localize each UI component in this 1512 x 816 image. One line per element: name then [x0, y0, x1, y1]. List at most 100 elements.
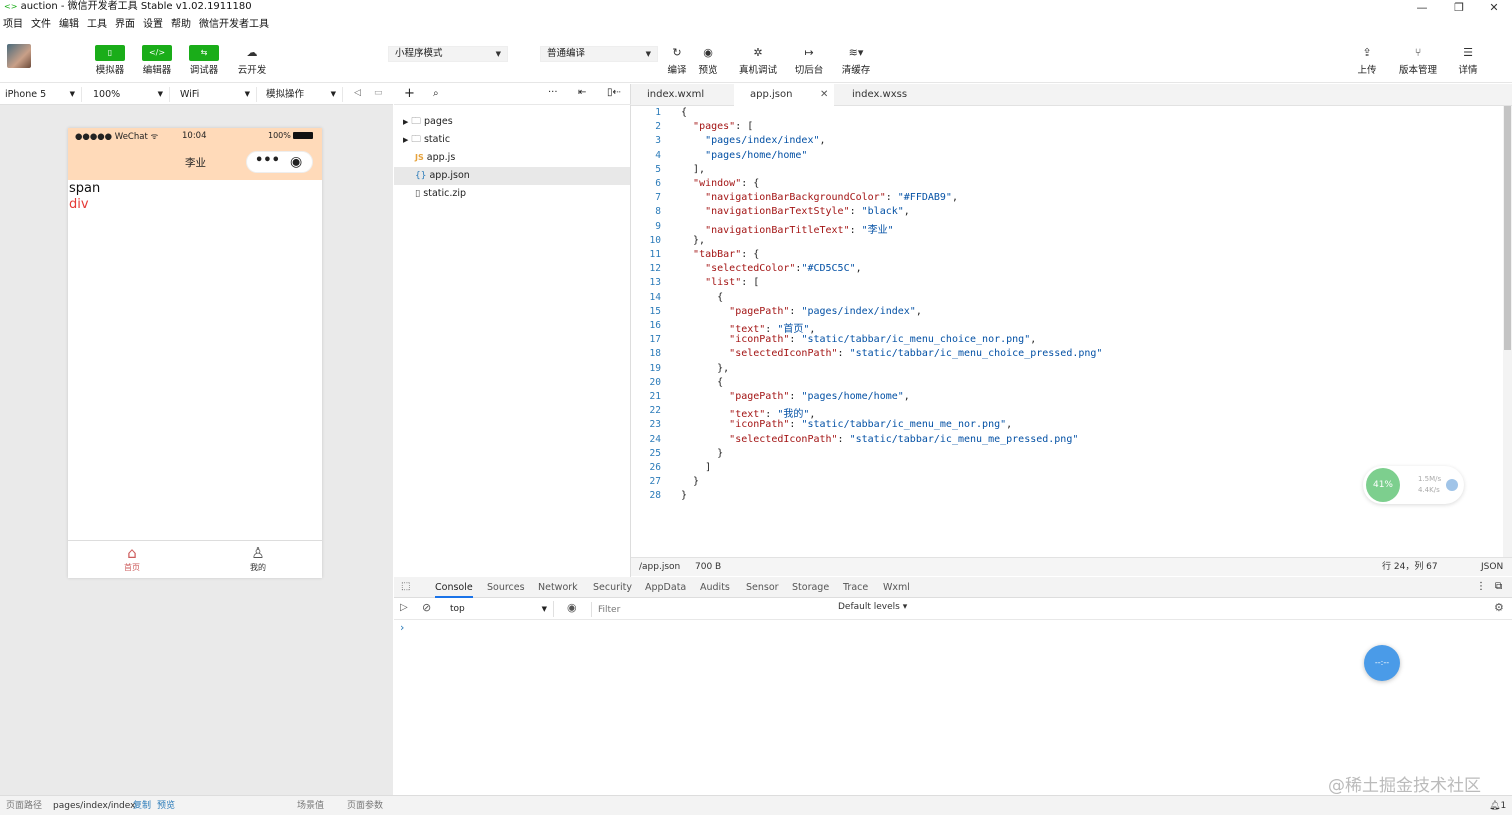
gear-icon[interactable]: ⚙ — [1494, 601, 1504, 614]
cloud-button[interactable]: ☁ 云开发 — [230, 45, 274, 78]
dock-icon[interactable]: ⧉ — [1495, 581, 1502, 592]
file-item-static-zip[interactable]: ▯ static.zip — [394, 185, 630, 203]
menu-edit[interactable]: 编辑 — [59, 16, 79, 33]
floating-network-ball[interactable]: --:-- — [1364, 645, 1400, 681]
code-line[interactable]: "pages/home/home" — [681, 150, 807, 161]
code-line[interactable]: { — [681, 107, 687, 118]
sidebar-toggle-icon[interactable]: ▷ — [400, 602, 408, 613]
background-button[interactable]: ↦ 切后台 — [787, 45, 831, 78]
avatar[interactable] — [7, 44, 31, 68]
volume-icon[interactable]: ◁ — [354, 88, 361, 98]
code-line[interactable]: "pages": [ — [681, 121, 753, 132]
debugger-button[interactable]: ⇆ 调试器 — [182, 45, 226, 78]
menu-file[interactable]: 文件 — [31, 16, 51, 33]
tab-security[interactable]: Security — [593, 577, 632, 598]
file-item-app-json[interactable]: {} app.json — [394, 167, 630, 185]
network-monitor[interactable]: 41% 1.5M/s 4.4K/s — [1363, 466, 1464, 504]
file-item-app-js[interactable]: JS app.js — [394, 149, 630, 167]
close-button[interactable]: ✕ — [1476, 0, 1512, 16]
code-line[interactable]: "selectedColor":"#CD5C5C", — [681, 263, 862, 274]
context-select[interactable]: top ▼ — [446, 601, 554, 617]
split-icon[interactable]: ▯⇠ — [607, 87, 621, 98]
menu-tools[interactable]: 工具 — [87, 16, 107, 33]
search-icon[interactable]: ⌕ — [433, 88, 439, 99]
zoom-select[interactable]: 100% ▼ — [88, 87, 170, 102]
filter-input[interactable] — [591, 602, 831, 617]
copy-link[interactable]: 复制 — [133, 796, 151, 816]
mode-select[interactable]: 小程序模式 ▼ — [388, 46, 508, 62]
device-select[interactable]: iPhone 5 ▼ — [0, 87, 82, 102]
menu-view[interactable]: 界面 — [115, 16, 135, 33]
inspect-icon[interactable]: ⬚ — [401, 581, 410, 592]
code-line[interactable]: } — [681, 448, 723, 459]
tab-home[interactable]: ⌂ 首页 — [112, 544, 152, 573]
code-line[interactable]: "text": "首页", — [681, 320, 815, 335]
code-line[interactable]: "selectedIconPath": "static/tabbar/ic_me… — [681, 434, 1078, 445]
tab-network[interactable]: Network — [538, 577, 578, 598]
code-line[interactable]: } — [681, 476, 699, 487]
levels-select[interactable]: Default levels ▾ — [838, 602, 907, 612]
tab-trace[interactable]: Trace — [843, 577, 868, 598]
code-line[interactable]: }, — [681, 363, 729, 374]
detail-button[interactable]: ☰ 详情 — [1446, 45, 1490, 78]
tab-me[interactable]: ♙ 我的 — [238, 544, 278, 573]
tab-index-wxml[interactable]: index.wxml — [631, 84, 731, 106]
more-icon[interactable]: ••• — [255, 153, 280, 168]
editor-scrollbar[interactable] — [1503, 106, 1512, 557]
scene-value[interactable]: 场景值 — [297, 796, 324, 816]
menu-devtools[interactable]: 微信开发者工具 — [199, 16, 269, 33]
code-line[interactable]: "text": "我的", — [681, 405, 815, 420]
add-icon[interactable]: + — [404, 86, 415, 101]
code-line[interactable]: }, — [681, 235, 705, 246]
version-button[interactable]: ⑂ 版本管理 — [1396, 45, 1440, 78]
menu-project[interactable]: 项目 — [3, 16, 23, 33]
tab-sensor[interactable]: Sensor — [746, 577, 779, 598]
preview-link[interactable]: 预览 — [157, 796, 175, 816]
code-line[interactable]: "window": { — [681, 178, 759, 189]
tab-sources[interactable]: Sources — [487, 577, 525, 598]
scrollbar-thumb[interactable] — [1504, 106, 1511, 350]
upload-button[interactable]: ⇪ 上传 — [1345, 45, 1389, 78]
eye-icon[interactable]: ◉ — [567, 601, 577, 614]
collapse-icon[interactable]: ⇤ — [578, 87, 586, 98]
file-item-pages[interactable]: ▶ 🗀 pages — [394, 113, 630, 131]
code-line[interactable]: "iconPath": "static/tabbar/ic_menu_choic… — [681, 334, 1036, 345]
tab-app-json[interactable]: app.json ✕ — [734, 84, 834, 106]
compile-select[interactable]: 普通编译 ▼ — [540, 46, 658, 62]
code-line[interactable]: "tabBar": { — [681, 249, 759, 260]
code-line[interactable]: "navigationBarTextStyle": "black", — [681, 206, 910, 217]
tab-appdata[interactable]: AppData — [645, 577, 686, 598]
tab-audits[interactable]: Audits — [700, 577, 730, 598]
maximize-button[interactable]: ❐ — [1441, 0, 1477, 16]
minimize-button[interactable]: — — [1404, 0, 1440, 16]
simulator-button[interactable]: ▯ 模拟器 — [88, 45, 132, 78]
clear-console-icon[interactable]: ⊘ — [422, 601, 431, 614]
code-line[interactable]: "pages/index/index", — [681, 135, 825, 146]
code-line[interactable]: } — [681, 490, 687, 501]
tab-storage[interactable]: Storage — [792, 577, 829, 598]
menu-help[interactable]: 帮助 — [171, 16, 191, 33]
notification-indicator[interactable]: 🔔︎1 — [1489, 796, 1506, 816]
file-item-static[interactable]: ▶ 🗀 static — [394, 131, 630, 149]
code-line[interactable]: "iconPath": "static/tabbar/ic_menu_me_no… — [681, 419, 1012, 430]
code-line[interactable]: ], — [681, 164, 705, 175]
code-line[interactable]: "navigationBarBackgroundColor": "#FFDAB9… — [681, 192, 958, 203]
code-line[interactable]: "pagePath": "pages/index/index", — [681, 306, 922, 317]
code-line[interactable]: "list": [ — [681, 277, 759, 288]
code-line[interactable]: ] — [681, 462, 711, 473]
close-circle-icon[interactable]: ◉ — [290, 154, 302, 170]
network-select[interactable]: WiFi ▼ — [175, 87, 257, 102]
editor-button[interactable]: </> 编辑器 — [135, 45, 179, 78]
menu-settings[interactable]: 设置 — [143, 16, 163, 33]
remote-debug-button[interactable]: ✲ 真机调试 — [736, 45, 780, 78]
close-icon[interactable]: ✕ — [820, 84, 828, 106]
clear-cache-button[interactable]: ≋▾ 清缓存 — [834, 45, 878, 78]
status-cursor[interactable]: 行 24，列 67 — [1382, 558, 1438, 576]
operation-select[interactable]: 模拟操作 ▼ — [261, 87, 343, 102]
window-icon[interactable]: ▭ — [374, 88, 383, 98]
code-line[interactable]: { — [681, 292, 723, 303]
more-icon[interactable]: ··· — [548, 87, 558, 98]
code-line[interactable]: "navigationBarTitleText": "李业" — [681, 221, 894, 236]
code-line[interactable]: { — [681, 377, 723, 388]
tab-console[interactable]: Console — [435, 577, 473, 598]
